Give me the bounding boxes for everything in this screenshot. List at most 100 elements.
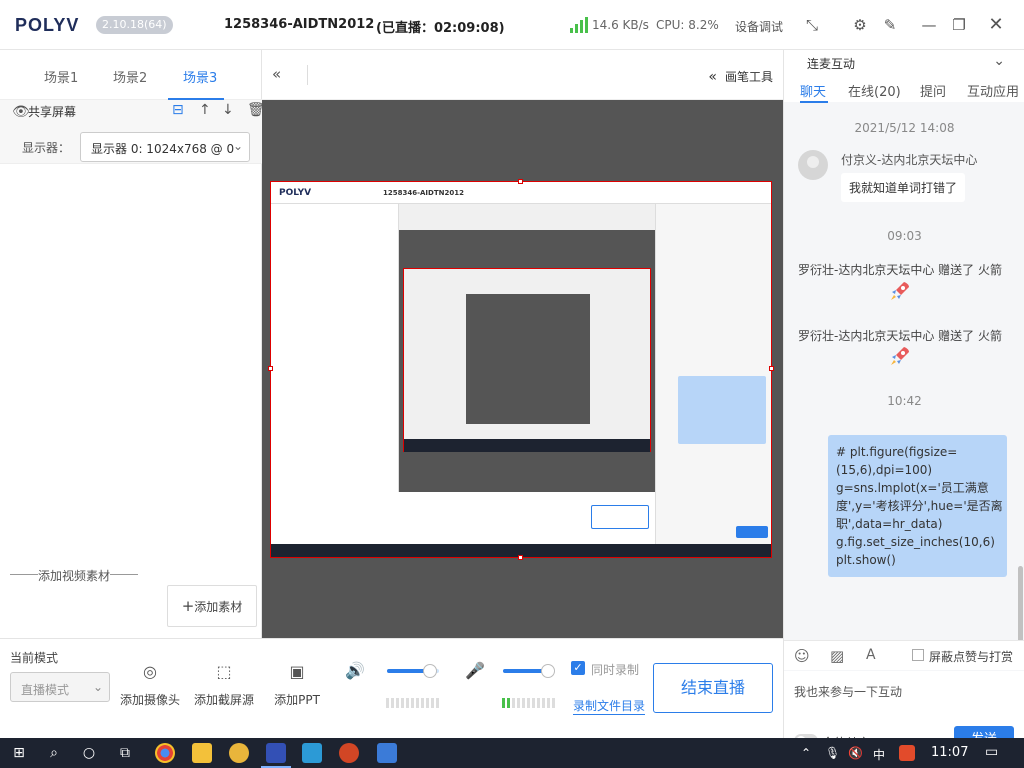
- app-icon[interactable]: [302, 743, 322, 763]
- chrome-icon[interactable]: [155, 743, 175, 763]
- add-ppt-label: 添加PPT: [274, 693, 320, 707]
- app-icon[interactable]: [229, 743, 249, 763]
- collapse-left-icon[interactable]: «: [272, 65, 281, 83]
- mode-select[interactable]: 直播模式 ⌄: [10, 672, 110, 702]
- interaction-panel: 连麦互动 ⌄ 聊天 在线(20) 提问 互动应用 2021/5/12 14:08…: [783, 50, 1024, 754]
- ime-indicator[interactable]: 中: [873, 746, 885, 763]
- resize-handle[interactable]: [518, 555, 523, 560]
- nested-send-button: [736, 526, 768, 538]
- add-camera-label: 添加摄像头: [119, 693, 180, 707]
- powerpoint-icon[interactable]: [339, 743, 359, 763]
- level-bar: [527, 698, 530, 708]
- scene-panel: 场景1 场景2 场景3 👁 共享屏幕 ⊟ ↑ ↓ 🗑 显示器： 显示器 0: 1…: [0, 50, 265, 638]
- file-explorer-icon[interactable]: [192, 743, 212, 763]
- sogou-icon[interactable]: [899, 745, 915, 761]
- resize-handle[interactable]: [518, 179, 523, 184]
- speaker-volume-slider[interactable]: [387, 664, 439, 678]
- move-down-icon[interactable]: ↓: [222, 102, 234, 118]
- display-label: 显示器：: [22, 141, 71, 155]
- panel-title: 连麦互动: [807, 57, 856, 71]
- level-bar: [552, 698, 555, 708]
- typora-icon[interactable]: [377, 743, 397, 763]
- sync-record-checkbox[interactable]: ✓: [571, 661, 585, 675]
- add-material-button[interactable]: +添加素材: [167, 585, 257, 627]
- collapse-layer-icon[interactable]: ⊟: [172, 102, 184, 118]
- pin-icon[interactable]: ✎: [879, 14, 901, 36]
- tab-scene-3[interactable]: 场景3: [183, 67, 217, 86]
- device-debug-button[interactable]: 设备调试: [735, 18, 783, 35]
- chevron-down-icon[interactable]: ⌄: [993, 53, 1005, 69]
- tab-scene-1[interactable]: 场景1: [44, 67, 78, 86]
- add-ppt-button[interactable]: ▣ 添加PPT: [262, 661, 332, 708]
- clock[interactable]: 11:07: [931, 745, 968, 760]
- maximize-icon[interactable]: ❐: [948, 14, 970, 36]
- chat-scrollbar[interactable]: [1018, 566, 1023, 640]
- screenshot-icon: ⬚: [216, 662, 232, 681]
- level-bar: [416, 698, 419, 708]
- gear-icon[interactable]: ⚙: [849, 14, 871, 36]
- tab-questions[interactable]: 提问: [920, 81, 946, 100]
- block-likes-checkbox[interactable]: [912, 649, 924, 661]
- level-bar: [396, 698, 399, 708]
- timestamp: 09:03: [887, 229, 922, 243]
- display-value: 显示器 0: 1024x768 @ 0: [91, 142, 235, 156]
- display-select[interactable]: 显示器 0: 1024x768 @ 0 ⌄: [80, 132, 250, 162]
- chat-input[interactable]: 我也来参与一下互动: [794, 683, 902, 700]
- tab-online[interactable]: 在线(20): [848, 81, 901, 100]
- speaker-volume-knob[interactable]: [423, 664, 437, 678]
- paint-tools-button[interactable]: « 画笔工具: [708, 68, 773, 85]
- microphone-icon[interactable]: 🎙: [825, 746, 840, 760]
- add-screenshot-button[interactable]: ⬚ 添加截屏源: [189, 661, 259, 708]
- nested-inner-preview: [466, 294, 590, 424]
- polyv-icon[interactable]: [266, 743, 286, 763]
- camera-icon: ◎: [143, 662, 157, 681]
- ppt-icon: ▣: [289, 662, 305, 681]
- tab-chat[interactable]: 聊天: [800, 81, 826, 100]
- chevron-up-icon[interactable]: ⌃: [801, 746, 811, 760]
- scene-tabs: 场景1 场景2 场景3: [0, 50, 262, 100]
- gift-message: 罗衍壮-达内北京天坛中心 赠送了 火箭: [798, 329, 1002, 343]
- tab-interactive-apps[interactable]: 互动应用: [967, 81, 1019, 100]
- microphone-icon[interactable]: 🎤: [465, 661, 485, 680]
- version-badge: 2.10.18(64): [96, 16, 173, 34]
- speaker-mute-icon[interactable]: 🔇: [848, 746, 863, 760]
- layer-name: 共享屏幕: [28, 105, 77, 119]
- cortana-icon[interactable]: ○: [80, 744, 98, 762]
- windows-taskbar: ⊞ ⌕ ○ ⧉ ⌃ 🎙 🔇 中 11:07 ▭: [0, 738, 1024, 768]
- notification-icon[interactable]: ▭: [985, 744, 998, 760]
- close-icon[interactable]: ✕: [985, 14, 1007, 36]
- image-icon[interactable]: ▨: [830, 647, 844, 665]
- nested-inner-capture: [403, 268, 651, 452]
- level-bar: [391, 698, 394, 708]
- windows-start-icon[interactable]: ⊞: [10, 744, 28, 762]
- resize-handle[interactable]: [769, 366, 774, 371]
- code-message-bubble: # plt.figure(figsize= (15,6),dpi=100) g=…: [828, 435, 1007, 577]
- level-bar: [436, 698, 439, 708]
- level-bar: [522, 698, 525, 708]
- chat-input-area[interactable]: 我也来参与一下互动 全体禁言 发送: [784, 671, 1024, 754]
- mic-volume-knob[interactable]: [541, 664, 555, 678]
- speaker-icon[interactable]: 🔊: [345, 661, 365, 680]
- font-size-icon[interactable]: A: [866, 647, 876, 663]
- add-camera-button[interactable]: ◎ 添加摄像头: [115, 661, 185, 708]
- minimize-icon[interactable]: —: [918, 14, 940, 36]
- paint-tools-label: 画笔工具: [724, 70, 773, 84]
- level-bar: [547, 698, 550, 708]
- record-dir-link[interactable]: 录制文件目录: [573, 697, 646, 715]
- room-id: 1258346-AIDTN2012: [224, 17, 375, 32]
- resize-handle[interactable]: [268, 366, 273, 371]
- move-up-icon[interactable]: ↑: [199, 102, 211, 118]
- screen-capture-preview[interactable]: POLYV 1258346-AIDTN2012: [270, 181, 772, 558]
- tab-scene-2[interactable]: 场景2: [113, 67, 147, 86]
- task-view-icon[interactable]: ⧉: [116, 744, 134, 762]
- search-icon[interactable]: ⌕: [45, 744, 63, 762]
- shrink-icon[interactable]: ⤡: [801, 14, 823, 36]
- emoji-icon[interactable]: ☺: [794, 647, 810, 665]
- end-live-button[interactable]: 结束直播: [653, 663, 773, 713]
- chat-list: 2021/5/12 14:08 付京义-达内北京天坛中心 我就知道单词打错了 0…: [784, 103, 1024, 640]
- nested-logo: POLYV: [279, 188, 312, 198]
- level-bar: [537, 698, 540, 708]
- level-bar: [386, 698, 389, 708]
- mic-volume-slider[interactable]: [503, 664, 555, 678]
- layer-item-share-screen[interactable]: 👁 共享屏幕 ⊟ ↑ ↓ 🗑 显示器： 显示器 0: 1024x768 @ 0 …: [0, 100, 265, 164]
